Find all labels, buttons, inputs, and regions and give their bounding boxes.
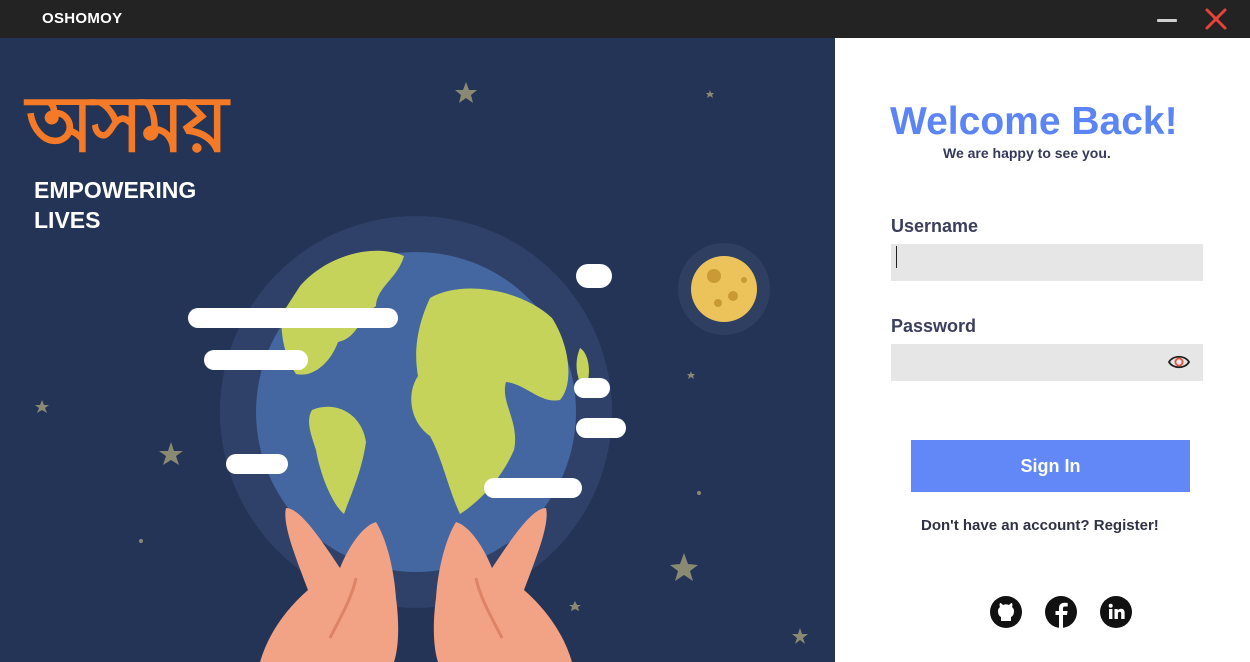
title-bar: OSHOMOY <box>0 0 1250 38</box>
star-icon <box>455 82 477 103</box>
brand-tagline: EMPOWERING LIVES <box>34 175 254 235</box>
password-label: Password <box>891 316 977 336</box>
username-input[interactable] <box>891 244 1203 281</box>
star-icon <box>569 601 581 611</box>
github-icon <box>990 596 1022 628</box>
brand-logo: অসময় <box>26 80 228 170</box>
login-panel: Welcome Back! We are happy to see you. U… <box>835 38 1250 662</box>
close-icon <box>1205 8 1227 30</box>
facebook-icon <box>1045 596 1077 628</box>
text-caret <box>896 246 897 268</box>
tagline-line: EMPOWERING <box>34 177 197 203</box>
star-icon <box>706 90 714 98</box>
star-icon <box>687 371 695 379</box>
linkedin-button[interactable] <box>1100 596 1132 628</box>
star-icon <box>159 442 183 465</box>
linkedin-icon <box>1100 596 1132 628</box>
star-icon <box>35 400 49 413</box>
welcome-subheading: We are happy to see you. <box>943 145 1111 161</box>
register-link[interactable]: Don't have an account? Register! <box>921 517 1159 534</box>
welcome-heading: Welcome Back! <box>890 100 1178 143</box>
facebook-button[interactable] <box>1045 596 1077 628</box>
star-icon <box>792 628 808 644</box>
tagline-line: LIVES <box>34 207 101 233</box>
globe <box>220 216 612 608</box>
username-label: Username <box>891 216 979 236</box>
app-title: OSHOMOY <box>42 10 123 27</box>
illustration-panel: অসময় EMPOWERING LIVES <box>0 38 835 662</box>
show-password-button[interactable] <box>1167 352 1191 372</box>
sign-in-button[interactable]: Sign In <box>911 440 1190 492</box>
moon-icon <box>678 243 770 335</box>
github-button[interactable] <box>990 596 1022 628</box>
star-icon <box>670 553 698 581</box>
password-input[interactable] <box>891 344 1203 381</box>
eye-icon <box>1167 355 1191 369</box>
minimize-button[interactable] <box>1157 10 1179 28</box>
close-button[interactable] <box>1203 6 1229 32</box>
